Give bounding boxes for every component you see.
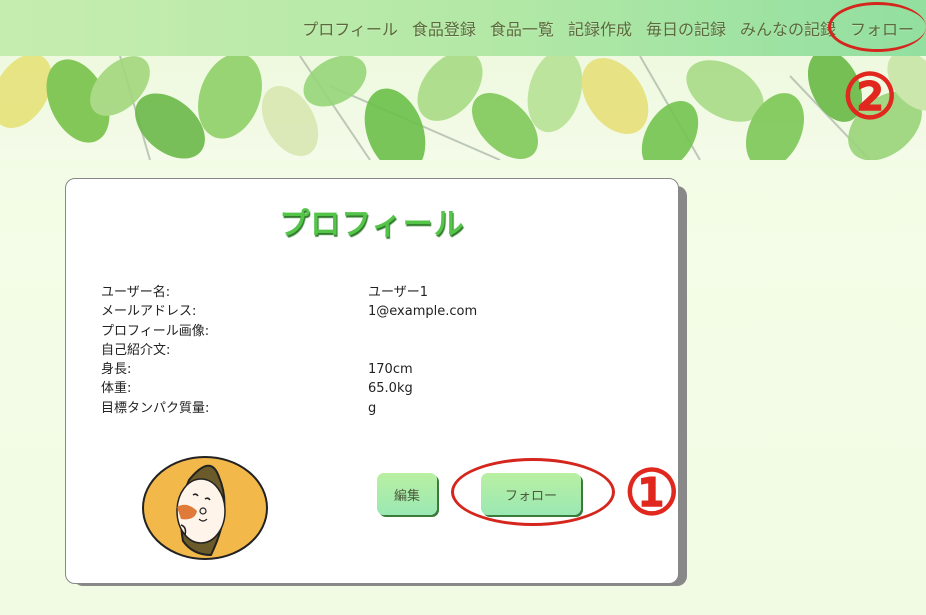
- field-value: 65.0kg: [368, 381, 413, 397]
- field-label: 自己紹介文:: [101, 342, 171, 358]
- field-row-height: 身長: 170cm: [101, 360, 477, 379]
- field-label: 目標タンパク質量:: [101, 400, 210, 416]
- leaf-banner-image: [0, 56, 926, 160]
- field-label: 身長:: [101, 362, 132, 378]
- field-label: ユーザー名:: [101, 285, 171, 300]
- profile-card: プロフィール ユーザー名: ユーザー1 メールアドレス: 1@example.c…: [65, 178, 679, 584]
- annotation-circle-nav-follow: [828, 2, 926, 52]
- field-row-bio: 自己紹介文:: [101, 341, 477, 360]
- field-label: プロフィール画像:: [101, 323, 210, 339]
- nav-item-create-record[interactable]: 記録作成: [568, 16, 632, 40]
- avatar: [141, 455, 269, 561]
- field-row-profile-image: プロフィール画像:: [101, 322, 477, 341]
- field-value: 1@example.com: [368, 304, 478, 320]
- field-row-protein-goal: 目標タンパク質量: g: [101, 399, 477, 418]
- nav-item-daily-records[interactable]: 毎日の記録: [646, 16, 726, 40]
- edit-button[interactable]: 編集: [377, 473, 437, 515]
- nav-item-food-register[interactable]: 食品登録: [412, 16, 476, 40]
- top-navbar: プロフィール 食品登録 食品一覧 記録作成 毎日の記録 みんなの記録 フォロー: [0, 0, 926, 56]
- nav-item-food-list[interactable]: 食品一覧: [490, 16, 554, 40]
- annotation-marker-1: ①: [624, 456, 680, 529]
- nav-item-everyone-records[interactable]: みんなの記録: [740, 16, 836, 40]
- profile-fields: ユーザー名: ユーザー1 メールアドレス: 1@example.com プロフィ…: [101, 283, 477, 418]
- field-row-email: メールアドレス: 1@example.com: [101, 302, 477, 321]
- nav-menu: プロフィール 食品登録 食品一覧 記録作成 毎日の記録 みんなの記録 フォロー: [302, 16, 914, 40]
- nav-item-profile[interactable]: プロフィール: [302, 16, 398, 40]
- field-value: 170cm: [368, 362, 413, 378]
- profile-title: プロフィール: [279, 207, 465, 242]
- field-value: g: [368, 400, 377, 416]
- annotation-circle-follow-button: [451, 458, 615, 526]
- rice-ball-character-icon: [142, 456, 268, 560]
- field-row-weight: 体重: 65.0kg: [101, 379, 477, 398]
- annotation-marker-2: ②: [842, 60, 898, 133]
- field-label: 体重:: [101, 381, 132, 397]
- field-row-username: ユーザー名: ユーザー1: [101, 283, 477, 302]
- leaf-pattern-illustration: [0, 56, 926, 160]
- field-value: ユーザー1: [368, 285, 429, 300]
- field-label: メールアドレス:: [101, 304, 197, 320]
